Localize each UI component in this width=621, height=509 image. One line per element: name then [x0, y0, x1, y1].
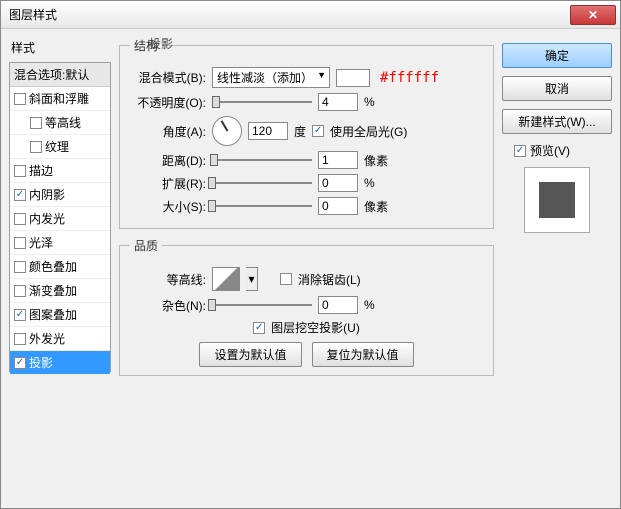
- style-item-label: 等高线: [45, 114, 81, 131]
- style-item-label: 内阴影: [29, 186, 65, 203]
- noise-slider[interactable]: [212, 298, 312, 312]
- style-item-4[interactable]: 内阴影: [10, 183, 110, 207]
- blend-mode-label: 混合模式(B):: [130, 69, 206, 86]
- noise-label: 杂色(N):: [130, 297, 206, 314]
- spread-input[interactable]: [318, 174, 358, 192]
- size-label: 大小(S):: [130, 198, 206, 215]
- preview-swatch: [539, 182, 575, 218]
- style-checkbox[interactable]: [14, 189, 26, 201]
- close-icon: ✕: [588, 8, 598, 22]
- contour-dropdown[interactable]: ▾: [246, 267, 258, 291]
- quality-group: 品质 等高线: ▾ 消除锯齿(L) 杂色(N): % 图层: [119, 237, 494, 376]
- style-item-label: 颜色叠加: [29, 258, 77, 275]
- style-checkbox[interactable]: [14, 165, 26, 177]
- window-title: 图层样式: [5, 6, 570, 23]
- style-item-label: 外发光: [29, 330, 65, 347]
- style-checkbox[interactable]: [14, 213, 26, 225]
- style-item-label: 光泽: [29, 234, 53, 251]
- panel-title: 投影: [149, 35, 173, 52]
- noise-input[interactable]: [318, 296, 358, 314]
- style-item-8[interactable]: 渐变叠加: [10, 279, 110, 303]
- style-checkbox[interactable]: [14, 333, 26, 345]
- opacity-unit: %: [364, 95, 392, 109]
- distance-label: 距离(D):: [130, 152, 206, 169]
- style-checkbox[interactable]: [30, 141, 42, 153]
- contour-label: 等高线:: [130, 271, 206, 288]
- antialias-label: 消除锯齿(L): [298, 271, 361, 288]
- action-panel: 确定 取消 新建样式(W)... 预览(V): [502, 37, 612, 500]
- cancel-button[interactable]: 取消: [502, 76, 612, 101]
- blend-mode-select[interactable]: 线性减淡（添加）: [212, 67, 330, 88]
- style-item-label: 渐变叠加: [29, 282, 77, 299]
- layer-style-dialog: 图层样式 ✕ 投影 样式 混合选项:默认 斜面和浮雕等高线纹理描边内阴影内发光光…: [0, 0, 621, 509]
- ok-button[interactable]: 确定: [502, 43, 612, 68]
- set-default-button[interactable]: 设置为默认值: [199, 342, 301, 367]
- style-item-label: 投影: [29, 354, 53, 371]
- style-item-11[interactable]: 投影: [10, 351, 110, 375]
- settings-panel: 结构 混合模式(B): 线性减淡（添加） #ffffff 不透明度(O): % …: [119, 37, 494, 500]
- blend-options-header[interactable]: 混合选项:默认: [10, 63, 110, 87]
- antialias-checkbox[interactable]: [280, 273, 292, 285]
- style-checkbox[interactable]: [14, 285, 26, 297]
- new-style-button[interactable]: 新建样式(W)...: [502, 109, 612, 134]
- distance-input[interactable]: [318, 151, 358, 169]
- style-item-10[interactable]: 外发光: [10, 327, 110, 351]
- distance-unit: 像素: [364, 152, 392, 169]
- style-item-0[interactable]: 斜面和浮雕: [10, 87, 110, 111]
- quality-legend: 品质: [130, 237, 162, 254]
- style-item-label: 内发光: [29, 210, 65, 227]
- styles-label: 样式: [9, 37, 111, 58]
- opacity-label: 不透明度(O):: [130, 94, 206, 111]
- distance-slider[interactable]: [212, 153, 312, 167]
- styles-panel: 样式 混合选项:默认 斜面和浮雕等高线纹理描边内阴影内发光光泽颜色叠加渐变叠加图…: [9, 37, 111, 500]
- style-item-1[interactable]: 等高线: [10, 111, 110, 135]
- global-light-checkbox[interactable]: [312, 125, 324, 137]
- style-checkbox[interactable]: [14, 261, 26, 273]
- reset-default-button[interactable]: 复位为默认值: [312, 342, 414, 367]
- knockout-label: 图层挖空投影(U): [271, 319, 360, 336]
- preview-box: [524, 167, 590, 233]
- style-checkbox[interactable]: [14, 357, 26, 369]
- spread-label: 扩展(R):: [130, 175, 206, 192]
- style-item-label: 纹理: [45, 138, 69, 155]
- style-item-2[interactable]: 纹理: [10, 135, 110, 159]
- knockout-checkbox[interactable]: [253, 322, 265, 334]
- style-item-3[interactable]: 描边: [10, 159, 110, 183]
- close-button[interactable]: ✕: [570, 5, 616, 25]
- spread-unit: %: [364, 176, 392, 190]
- opacity-slider[interactable]: [212, 95, 312, 109]
- style-item-9[interactable]: 图案叠加: [10, 303, 110, 327]
- style-checkbox[interactable]: [14, 237, 26, 249]
- preview-checkbox[interactable]: [514, 145, 526, 157]
- structure-group: 结构 混合模式(B): 线性减淡（添加） #ffffff 不透明度(O): % …: [119, 37, 494, 229]
- opacity-input[interactable]: [318, 93, 358, 111]
- size-slider[interactable]: [212, 199, 312, 213]
- styles-list: 混合选项:默认 斜面和浮雕等高线纹理描边内阴影内发光光泽颜色叠加渐变叠加图案叠加…: [9, 62, 111, 372]
- preview-label: 预览(V): [530, 142, 570, 159]
- style-item-label: 描边: [29, 162, 53, 179]
- style-item-7[interactable]: 颜色叠加: [10, 255, 110, 279]
- angle-dial[interactable]: [212, 116, 242, 146]
- spread-slider[interactable]: [212, 176, 312, 190]
- style-item-6[interactable]: 光泽: [10, 231, 110, 255]
- angle-input[interactable]: [248, 122, 288, 140]
- angle-unit: 度: [294, 123, 306, 140]
- angle-label: 角度(A):: [130, 123, 206, 140]
- style-checkbox[interactable]: [14, 309, 26, 321]
- contour-picker[interactable]: [212, 267, 240, 291]
- color-swatch[interactable]: [336, 69, 370, 87]
- style-item-label: 图案叠加: [29, 306, 77, 323]
- global-light-label: 使用全局光(G): [330, 123, 407, 140]
- noise-unit: %: [364, 298, 392, 312]
- style-item-label: 斜面和浮雕: [29, 90, 89, 107]
- style-checkbox[interactable]: [14, 93, 26, 105]
- color-hex: #ffffff: [380, 70, 439, 86]
- titlebar: 图层样式 ✕: [1, 1, 620, 29]
- style-item-5[interactable]: 内发光: [10, 207, 110, 231]
- style-checkbox[interactable]: [30, 117, 42, 129]
- size-unit: 像素: [364, 198, 392, 215]
- size-input[interactable]: [318, 197, 358, 215]
